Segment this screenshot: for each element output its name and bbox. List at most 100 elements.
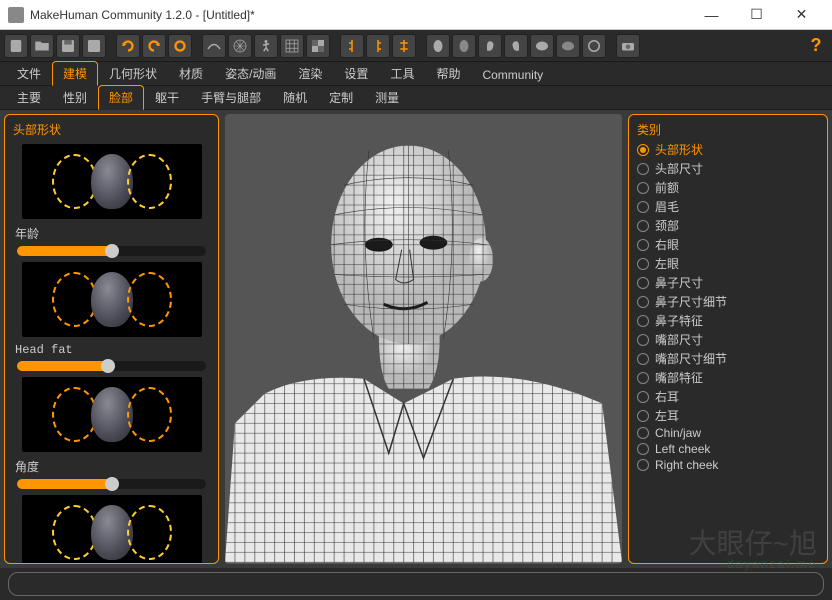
shape-thumbnail[interactable]: [22, 377, 202, 452]
main-tab-7[interactable]: 工具: [379, 61, 425, 85]
category-option-6[interactable]: 左眼: [633, 254, 823, 273]
category-option-16[interactable]: Left cheek: [633, 441, 823, 457]
radio-icon: [637, 427, 649, 439]
main-tab-9[interactable]: Community: [471, 64, 554, 85]
slider-2[interactable]: [17, 479, 206, 489]
view-back-button[interactable]: [452, 34, 476, 58]
category-option-3[interactable]: 眉毛: [633, 197, 823, 216]
category-option-7[interactable]: 鼻子尺寸: [633, 273, 823, 292]
slider-0[interactable]: [17, 246, 206, 256]
radio-icon: [637, 353, 649, 365]
radio-label: 前额: [655, 179, 679, 196]
category-option-8[interactable]: 鼻子尺寸细节: [633, 292, 823, 311]
sub-tab-3[interactable]: 躯干: [144, 85, 190, 109]
main-tab-1[interactable]: 建模: [52, 61, 98, 86]
sub-tab-0[interactable]: 主要: [6, 85, 52, 109]
view-right-button[interactable]: [504, 34, 528, 58]
view-reset-button[interactable]: [582, 34, 606, 58]
left-panel-title: 头部形状: [9, 119, 214, 140]
symmetry-l-button[interactable]: [366, 34, 390, 58]
toolbar: ?: [0, 30, 832, 62]
sub-tab-2[interactable]: 脸部: [98, 85, 144, 110]
radio-icon: [637, 163, 649, 175]
radio-label: Right cheek: [655, 458, 718, 472]
category-option-17[interactable]: Right cheek: [633, 457, 823, 473]
main-tab-4[interactable]: 姿态/动画: [214, 61, 287, 85]
category-option-1[interactable]: 头部尺寸: [633, 159, 823, 178]
category-option-10[interactable]: 嘴部尺寸: [633, 330, 823, 349]
shape-thumbnail[interactable]: [22, 495, 202, 564]
slider-label-1: Head fat: [9, 341, 214, 359]
radio-label: 左耳: [655, 407, 679, 424]
pose-button[interactable]: [254, 34, 278, 58]
sub-tab-1[interactable]: 性别: [52, 85, 98, 109]
redo-button[interactable]: [142, 34, 166, 58]
slider-1[interactable]: [17, 361, 206, 371]
wireframe-button[interactable]: [228, 34, 252, 58]
main-tabs: 文件建模几何形状材质姿态/动画渲染设置工具帮助Community: [0, 62, 832, 86]
category-option-2[interactable]: 前额: [633, 178, 823, 197]
camera-button[interactable]: [616, 34, 640, 58]
category-option-9[interactable]: 鼻子特征: [633, 311, 823, 330]
radio-icon: [637, 410, 649, 422]
category-option-0[interactable]: 头部形状: [633, 140, 823, 159]
main-tab-6[interactable]: 设置: [333, 61, 379, 85]
sub-tab-7[interactable]: 测量: [364, 85, 410, 109]
shape-thumbnail[interactable]: [22, 262, 202, 337]
main-tab-5[interactable]: 渲染: [287, 61, 333, 85]
category-option-13[interactable]: 右耳: [633, 387, 823, 406]
shape-thumbnail[interactable]: [22, 144, 202, 219]
category-option-15[interactable]: Chin/jaw: [633, 425, 823, 441]
radio-label: 鼻子特征: [655, 312, 703, 329]
grid-button[interactable]: [280, 34, 304, 58]
save-file-button[interactable]: [56, 34, 80, 58]
sub-tab-4[interactable]: 手臂与腿部: [190, 85, 272, 109]
main-tab-3[interactable]: 材质: [168, 61, 214, 85]
radio-icon: [637, 315, 649, 327]
symmetry-r-button[interactable]: [340, 34, 364, 58]
main-tab-0[interactable]: 文件: [6, 61, 52, 85]
radio-label: 左眼: [655, 255, 679, 272]
category-option-4[interactable]: 颈部: [633, 216, 823, 235]
category-option-11[interactable]: 嘴部尺寸细节: [633, 349, 823, 368]
radio-label: 嘴部尺寸: [655, 331, 703, 348]
radio-icon: [637, 372, 649, 384]
new-file-button[interactable]: [4, 34, 28, 58]
view-front-button[interactable]: [426, 34, 450, 58]
radio-icon: [637, 239, 649, 251]
category-option-5[interactable]: 右眼: [633, 235, 823, 254]
sub-tab-5[interactable]: 随机: [272, 85, 318, 109]
radio-icon: [637, 220, 649, 232]
radio-icon: [637, 443, 649, 455]
maximize-button[interactable]: ☐: [734, 0, 779, 30]
view-left-button[interactable]: [478, 34, 502, 58]
open-file-button[interactable]: [30, 34, 54, 58]
category-option-12[interactable]: 嘴部特征: [633, 368, 823, 387]
undo-button[interactable]: [116, 34, 140, 58]
export-button[interactable]: [82, 34, 106, 58]
radio-icon: [637, 258, 649, 270]
status-text: [8, 572, 824, 596]
radio-icon: [637, 391, 649, 403]
radio-label: 眉毛: [655, 198, 679, 215]
background-button[interactable]: [306, 34, 330, 58]
view-top-button[interactable]: [530, 34, 554, 58]
symmetry-toggle-button[interactable]: [392, 34, 416, 58]
close-button[interactable]: ✕: [779, 0, 824, 30]
smooth-button[interactable]: [202, 34, 226, 58]
radio-label: 嘴部特征: [655, 369, 703, 386]
radio-label: 鼻子尺寸细节: [655, 293, 727, 310]
refresh-button[interactable]: [168, 34, 192, 58]
view-bottom-button[interactable]: [556, 34, 580, 58]
statusbar: [0, 568, 832, 600]
viewport-3d[interactable]: [225, 114, 622, 564]
help-button[interactable]: ?: [804, 35, 828, 56]
minimize-button[interactable]: —: [689, 0, 734, 30]
right-panel-title: 类别: [633, 119, 823, 140]
category-option-14[interactable]: 左耳: [633, 406, 823, 425]
main-tab-8[interactable]: 帮助: [425, 61, 471, 85]
radio-icon: [637, 296, 649, 308]
main-tab-2[interactable]: 几何形状: [98, 61, 168, 85]
sub-tab-6[interactable]: 定制: [318, 85, 364, 109]
radio-label: Chin/jaw: [655, 426, 701, 440]
